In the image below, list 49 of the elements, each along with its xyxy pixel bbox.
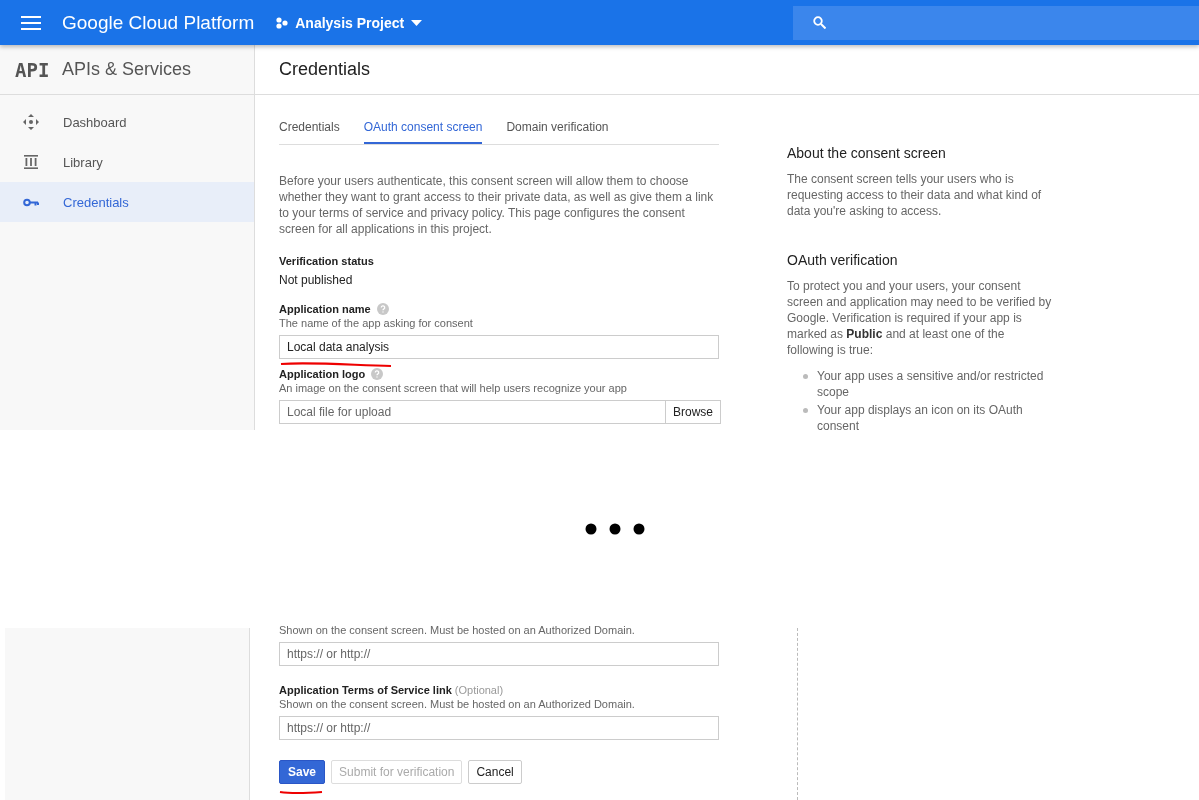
search-field[interactable] xyxy=(793,5,1199,40)
caret-icon xyxy=(411,19,423,26)
section-heading: OAuth verification xyxy=(787,252,899,268)
browse-button[interactable]: Browse xyxy=(665,400,721,424)
file-input-field[interactable]: Local file for upload xyxy=(279,400,665,424)
field-label: Application logo xyxy=(279,368,366,380)
form-button[interactable]: Save xyxy=(279,760,326,784)
section-text: The consent screen tells your users who is requesting access to their data and what kind of data you're asking to access. xyxy=(787,171,1043,219)
project-selector[interactable]: Analysis Project xyxy=(276,14,423,31)
sidebar-title: APIs & Services xyxy=(62,59,192,80)
dots-icon xyxy=(276,16,289,29)
input-field[interactable]: Local data analysis xyxy=(279,335,719,359)
field-label: Application Terms of Service link xyxy=(279,684,452,696)
status-value: Not published xyxy=(279,273,354,287)
key-icon xyxy=(23,197,39,207)
search-icon xyxy=(813,16,826,29)
tab[interactable]: OAuth consent screen xyxy=(363,113,483,144)
field-hint: Shown on the consent screen. Must be hosted on an Authorized Domain. xyxy=(279,624,636,636)
bullet-icon xyxy=(803,408,808,413)
menu-icon[interactable] xyxy=(21,15,41,30)
product-name[interactable]: Google Cloud Platform xyxy=(62,11,255,34)
ellipsis-icon xyxy=(584,523,645,535)
tab[interactable]: Credentials xyxy=(279,113,340,144)
input-field[interactable]: https:// or http:// xyxy=(279,642,719,666)
bullet-text: Your app uses a sensitive and/or restricted scope xyxy=(817,368,1045,400)
field-hint: An image on the consent screen that will help users recognize your app xyxy=(279,382,628,394)
api-logo: API xyxy=(15,58,49,81)
sidebar-item[interactable]: Dashboard xyxy=(0,102,254,142)
section-text: To protect you and your users, your consent screen and application may need to be verified by Google. Verification is required if your app is marked as Public and at least one of the following is true: xyxy=(787,278,1053,358)
page-title: Credentials xyxy=(279,59,371,80)
sidebar-item[interactable]: Credentials xyxy=(0,182,254,222)
input-field[interactable]: https:// or http:// xyxy=(279,716,719,740)
library-icon xyxy=(23,155,39,169)
help-icon[interactable] xyxy=(376,303,389,315)
intro-text: Before your users authenticate, this consent screen will allow them to choose whether they want to grant access to their private data, as well as give them a link to your terms of service and privacy policy. This page configures the consent screen for all applications in this project. xyxy=(279,173,715,237)
bullet-icon xyxy=(803,374,808,379)
form-button[interactable]: Cancel xyxy=(468,760,522,784)
bullet-text: Your app displays an icon on its OAuth consent xyxy=(817,402,1024,434)
optional-label: (Optional) xyxy=(454,684,504,696)
field-label: Application name xyxy=(279,303,371,315)
section-heading: About the consent screen xyxy=(787,145,947,161)
move-arrows-icon xyxy=(23,114,39,130)
field-hint: Shown on the consent screen. Must be hosted on an Authorized Domain. xyxy=(279,698,636,710)
help-icon[interactable] xyxy=(371,368,384,380)
sidebar-item[interactable]: Library xyxy=(0,142,254,182)
tab[interactable]: Domain verification xyxy=(506,113,609,144)
field-hint: The name of the app asking for consent xyxy=(279,317,474,329)
field-label: Verification status xyxy=(279,255,375,267)
underline-mark xyxy=(279,790,323,795)
